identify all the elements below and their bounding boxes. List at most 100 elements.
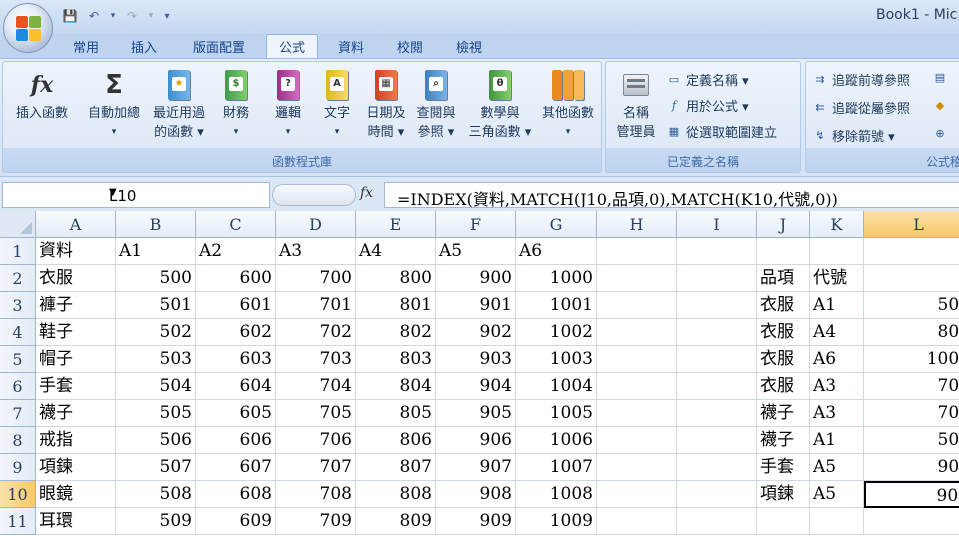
column-header-a[interactable]: A — [36, 211, 116, 238]
cell-a1[interactable]: 資料 — [36, 238, 116, 265]
cell-l4[interactable]: 800 — [864, 319, 959, 346]
cell-b7[interactable]: 505 — [116, 400, 196, 427]
column-header-g[interactable]: G — [516, 211, 597, 238]
tab-view[interactable]: 檢視 — [442, 34, 496, 58]
select-all-button[interactable] — [0, 211, 36, 238]
tab-review[interactable]: 校閱 — [384, 34, 436, 58]
cell-c6[interactable]: 604 — [196, 373, 276, 400]
cell-d7[interactable]: 705 — [276, 400, 356, 427]
cell-d5[interactable]: 703 — [276, 346, 356, 373]
tab-home[interactable]: 常用 — [60, 34, 112, 58]
show-formulas-button[interactable]: ▤ — [932, 70, 948, 84]
cell-j5[interactable]: 衣服 — [757, 346, 810, 373]
row-header-11[interactable]: 11 — [0, 508, 36, 535]
cell-i3[interactable] — [677, 292, 757, 319]
recently-used-button[interactable]: ★ 最近用過 的函數 ▾ — [147, 68, 211, 142]
column-header-b[interactable]: B — [116, 211, 196, 238]
cell-f11[interactable]: 909 — [436, 508, 516, 535]
cell-h10[interactable] — [597, 481, 677, 508]
cell-b2[interactable]: 500 — [116, 265, 196, 292]
cell-l11[interactable] — [864, 508, 959, 535]
row-header-5[interactable]: 5 — [0, 346, 36, 373]
row-header-2[interactable]: 2 — [0, 265, 36, 292]
cell-k10[interactable]: A5 — [810, 481, 864, 508]
cell-g3[interactable]: 1001 — [516, 292, 597, 319]
cell-j8[interactable]: 襪子 — [757, 427, 810, 454]
cell-i8[interactable] — [677, 427, 757, 454]
row-header-1[interactable]: 1 — [0, 238, 36, 265]
cell-h1[interactable] — [597, 238, 677, 265]
more-functions-button[interactable]: 其他函數 ▾ — [537, 68, 599, 142]
evaluate-formula-button[interactable]: ⊕ — [932, 126, 948, 140]
row-header-9[interactable]: 9 — [0, 454, 36, 481]
cell-c3[interactable]: 601 — [196, 292, 276, 319]
cell-g5[interactable]: 1003 — [516, 346, 597, 373]
cell-c8[interactable]: 606 — [196, 427, 276, 454]
redo-dropdown-icon[interactable]: ▾ — [146, 7, 156, 25]
save-icon[interactable]: 💾 — [60, 7, 80, 25]
cell-c11[interactable]: 609 — [196, 508, 276, 535]
cell-h7[interactable] — [597, 400, 677, 427]
row-header-4[interactable]: 4 — [0, 319, 36, 346]
cell-e9[interactable]: 807 — [356, 454, 436, 481]
cell-b10[interactable]: 508 — [116, 481, 196, 508]
cell-j9[interactable]: 手套 — [757, 454, 810, 481]
cell-l9[interactable]: 904 — [864, 454, 959, 481]
cell-a10[interactable]: 眼鏡 — [36, 481, 116, 508]
cell-e4[interactable]: 802 — [356, 319, 436, 346]
cell-e10[interactable]: 808 — [356, 481, 436, 508]
cell-c1[interactable]: A2 — [196, 238, 276, 265]
cell-a6[interactable]: 手套 — [36, 373, 116, 400]
cell-l2[interactable] — [864, 265, 959, 292]
name-box[interactable]: L10 ▼ — [2, 182, 270, 208]
cell-g1[interactable]: A6 — [516, 238, 597, 265]
trace-precedents-button[interactable]: ⇉ 追蹤前導參照 — [812, 70, 910, 89]
cell-c10[interactable]: 608 — [196, 481, 276, 508]
tab-data[interactable]: 資料 — [326, 34, 376, 58]
formula-bar-splitter[interactable] — [272, 184, 356, 206]
cell-a9[interactable]: 項鍊 — [36, 454, 116, 481]
cell-l7[interactable]: 705 — [864, 400, 959, 427]
row-header-7[interactable]: 7 — [0, 400, 36, 427]
cell-j10[interactable]: 項鍊 — [757, 481, 810, 508]
column-header-j[interactable]: J — [757, 211, 810, 238]
cell-i11[interactable] — [677, 508, 757, 535]
cell-f8[interactable]: 906 — [436, 427, 516, 454]
cell-h6[interactable] — [597, 373, 677, 400]
define-name-button[interactable]: ▭ 定義名稱 ▾ — [666, 70, 749, 89]
cell-e7[interactable]: 805 — [356, 400, 436, 427]
row-header-10[interactable]: 10 — [0, 481, 36, 508]
cell-b6[interactable]: 504 — [116, 373, 196, 400]
column-header-f[interactable]: F — [436, 211, 516, 238]
cell-d4[interactable]: 702 — [276, 319, 356, 346]
cell-l8[interactable]: 505 — [864, 427, 959, 454]
cell-f10[interactable]: 908 — [436, 481, 516, 508]
row-header-6[interactable]: 6 — [0, 373, 36, 400]
datetime-button[interactable]: ▦ 日期及 時間 ▾ — [361, 68, 411, 142]
cell-e2[interactable]: 800 — [356, 265, 436, 292]
cell-e3[interactable]: 801 — [356, 292, 436, 319]
cell-c2[interactable]: 600 — [196, 265, 276, 292]
cell-b9[interactable]: 507 — [116, 454, 196, 481]
cell-d6[interactable]: 704 — [276, 373, 356, 400]
cell-k11[interactable] — [810, 508, 864, 535]
row-header-3[interactable]: 3 — [0, 292, 36, 319]
column-header-l[interactable]: L — [864, 211, 959, 238]
cell-d9[interactable]: 707 — [276, 454, 356, 481]
cell-i7[interactable] — [677, 400, 757, 427]
cell-f6[interactable]: 904 — [436, 373, 516, 400]
cell-g7[interactable]: 1005 — [516, 400, 597, 427]
insert-function-fx-icon[interactable]: fx — [360, 185, 373, 201]
cell-j7[interactable]: 襪子 — [757, 400, 810, 427]
cell-j11[interactable] — [757, 508, 810, 535]
cell-g11[interactable]: 1009 — [516, 508, 597, 535]
name-box-dropdown-icon[interactable]: ▼ — [109, 187, 263, 198]
logical-button[interactable]: ? 邏輯 ▾ — [265, 68, 311, 142]
cell-d8[interactable]: 706 — [276, 427, 356, 454]
cell-k3[interactable]: A1 — [810, 292, 864, 319]
cell-b11[interactable]: 509 — [116, 508, 196, 535]
remove-arrows-button[interactable]: ↯ 移除箭號 ▾ — [812, 126, 894, 145]
tab-page-layout[interactable]: 版面配置 — [180, 34, 258, 58]
text-button[interactable]: A 文字 ▾ — [315, 68, 359, 142]
cell-k6[interactable]: A3 — [810, 373, 864, 400]
